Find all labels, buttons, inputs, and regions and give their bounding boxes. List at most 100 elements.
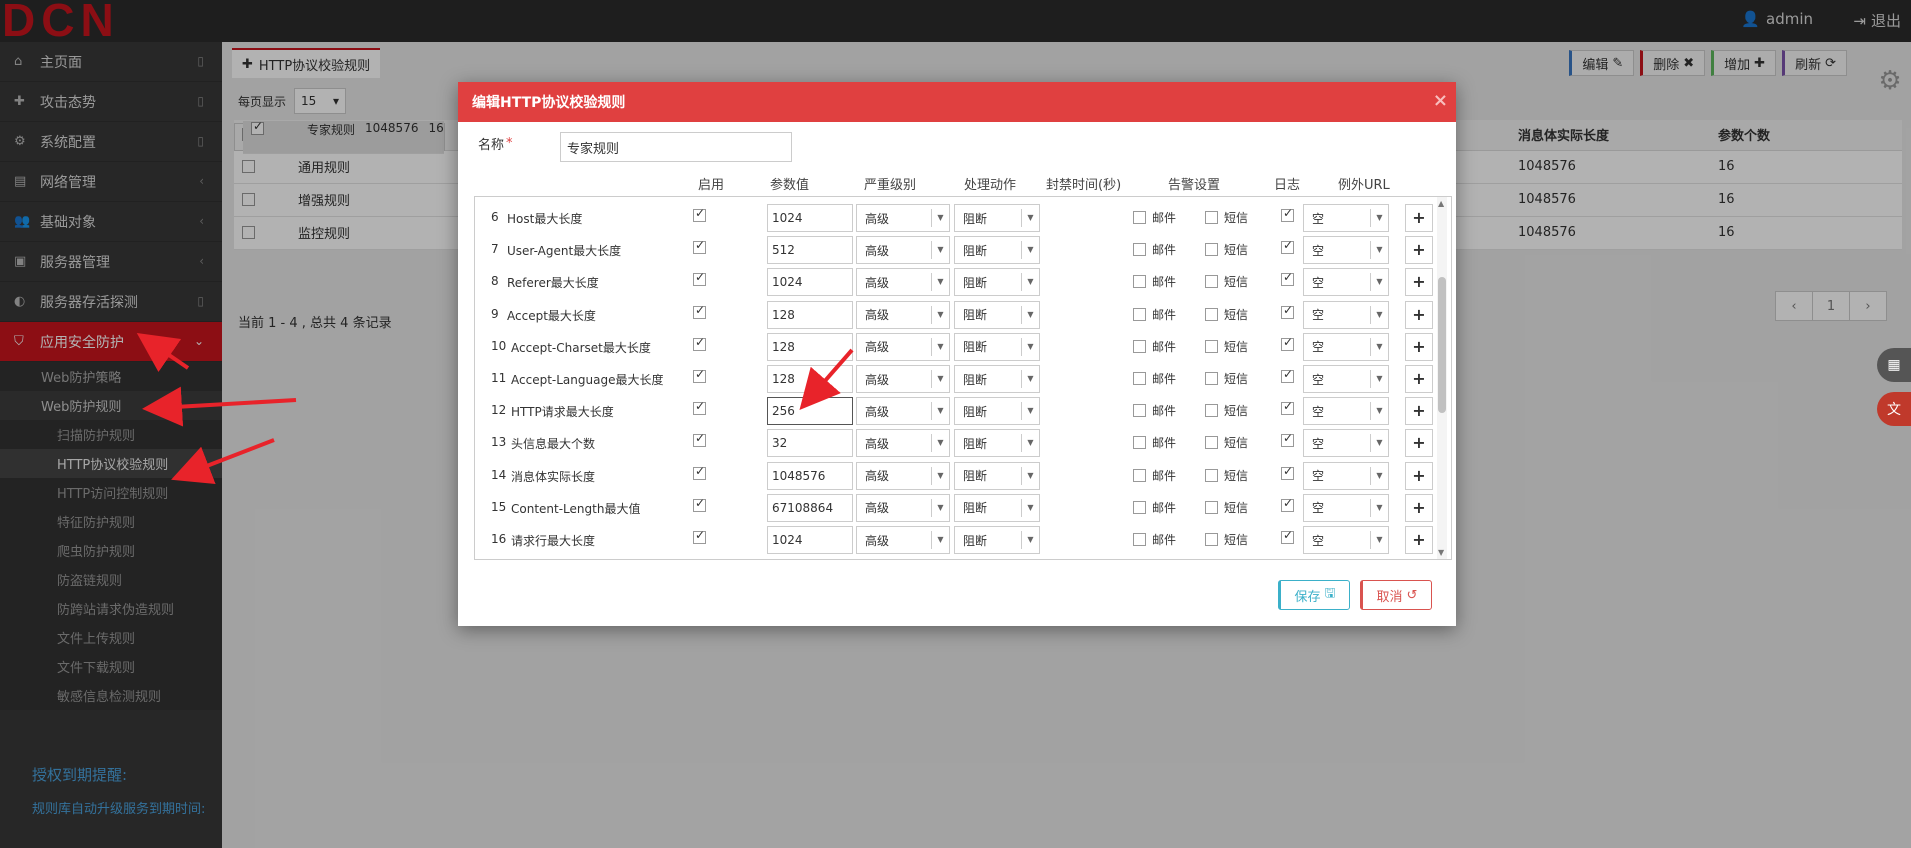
action-select[interactable]: 阻断 ▼ <box>954 332 1040 361</box>
exception-url-select[interactable]: 空 ▼ <box>1303 332 1389 361</box>
exception-url-select[interactable]: 空 ▼ <box>1303 268 1389 297</box>
sms-checkbox[interactable] <box>1205 211 1218 224</box>
param-value-input[interactable]: 128 <box>767 365 853 393</box>
add-url-button[interactable]: + <box>1405 526 1433 554</box>
mail-checkbox[interactable] <box>1133 307 1146 321</box>
mail-checkbox[interactable] <box>1133 468 1146 482</box>
param-value-input[interactable]: 1048576 <box>767 461 853 490</box>
enable-checkbox[interactable] <box>693 528 706 544</box>
severity-select[interactable]: 高级 ▼ <box>856 268 950 297</box>
add-url-button[interactable]: + <box>1405 397 1433 426</box>
severity-select[interactable]: 高级 ▼ <box>856 526 950 554</box>
add-url-button[interactable]: + <box>1405 300 1433 329</box>
exception-url-select[interactable]: 空 ▼ <box>1303 493 1389 522</box>
param-value-input[interactable]: 256 <box>767 397 853 426</box>
param-value-input[interactable]: 1024 <box>767 526 853 554</box>
sms-checkbox[interactable] <box>1205 436 1218 450</box>
severity-select[interactable]: 高级 ▼ <box>856 397 950 426</box>
scroll-thumb[interactable] <box>1438 277 1446 413</box>
log-checkbox[interactable] <box>1281 367 1294 383</box>
log-checkbox[interactable] <box>1281 270 1294 287</box>
name-input[interactable]: 专家规则 <box>560 132 792 162</box>
exception-url-select[interactable]: 空 ▼ <box>1303 429 1389 458</box>
mail-checkbox[interactable] <box>1133 372 1146 385</box>
exception-url-select[interactable]: 空 ▼ <box>1303 526 1389 554</box>
mail-checkbox[interactable] <box>1133 404 1146 418</box>
add-url-button[interactable]: + <box>1405 365 1433 393</box>
sms-checkbox[interactable] <box>1205 468 1218 482</box>
cancel-button[interactable]: 取消 ↺ <box>1360 580 1432 610</box>
add-url-button[interactable]: + <box>1405 461 1433 490</box>
mail-checkbox[interactable] <box>1133 500 1146 514</box>
log-checkbox[interactable] <box>1281 528 1294 544</box>
sms-checkbox[interactable] <box>1205 339 1218 353</box>
severity-select[interactable]: 高级 ▼ <box>856 365 950 393</box>
exception-url-select[interactable]: 空 ▼ <box>1303 204 1389 232</box>
translate-widget-icon[interactable]: 文 <box>1877 392 1911 426</box>
log-checkbox[interactable] <box>1281 335 1294 351</box>
rule-list[interactable]: ▲ ▼ 6Host最大长度1024高级▼阻断▼邮件短信空▼+7User-Agen… <box>474 196 1452 560</box>
enable-checkbox[interactable] <box>693 431 706 448</box>
severity-select[interactable]: 高级 ▼ <box>856 493 950 522</box>
enable-checkbox[interactable] <box>693 399 706 416</box>
log-checkbox[interactable] <box>1281 206 1294 222</box>
exception-url-select[interactable]: 空 ▼ <box>1303 397 1389 426</box>
action-select[interactable]: 阻断 ▼ <box>954 461 1040 490</box>
add-url-button[interactable]: + <box>1405 332 1433 361</box>
param-value-input[interactable]: 32 <box>767 429 853 458</box>
action-select[interactable]: 阻断 ▼ <box>954 429 1040 458</box>
severity-select[interactable]: 高级 ▼ <box>856 461 950 490</box>
action-select[interactable]: 阻断 ▼ <box>954 365 1040 393</box>
enable-checkbox[interactable] <box>693 270 706 287</box>
add-url-button[interactable]: + <box>1405 429 1433 458</box>
action-select[interactable]: 阻断 ▼ <box>954 204 1040 232</box>
enable-checkbox[interactable] <box>693 367 706 383</box>
exception-url-select[interactable]: 空 ▼ <box>1303 461 1389 490</box>
action-select[interactable]: 阻断 ▼ <box>954 397 1040 426</box>
add-url-button[interactable]: + <box>1405 268 1433 297</box>
add-url-button[interactable]: + <box>1405 493 1433 522</box>
log-checkbox[interactable] <box>1281 399 1294 416</box>
mail-checkbox[interactable] <box>1133 436 1146 450</box>
enable-checkbox[interactable] <box>693 335 706 351</box>
action-select[interactable]: 阻断 ▼ <box>954 300 1040 329</box>
sms-checkbox[interactable] <box>1205 372 1218 385</box>
mail-checkbox[interactable] <box>1133 533 1146 546</box>
sms-checkbox[interactable] <box>1205 404 1218 418</box>
mail-checkbox[interactable] <box>1133 243 1146 257</box>
action-select[interactable]: 阻断 ▼ <box>954 493 1040 522</box>
enable-checkbox[interactable] <box>693 464 706 480</box>
exception-url-select[interactable]: 空 ▼ <box>1303 236 1389 265</box>
log-checkbox[interactable] <box>1281 496 1294 512</box>
sms-checkbox[interactable] <box>1205 500 1218 514</box>
scrollbar[interactable]: ▲ ▼ <box>1437 197 1447 559</box>
enable-checkbox[interactable] <box>693 206 706 222</box>
severity-select[interactable]: 高级 ▼ <box>856 300 950 329</box>
log-checkbox[interactable] <box>1281 238 1294 255</box>
exception-url-select[interactable]: 空 ▼ <box>1303 300 1389 329</box>
severity-select[interactable]: 高级 ▼ <box>856 204 950 232</box>
mail-checkbox[interactable] <box>1133 339 1146 353</box>
severity-select[interactable]: 高级 ▼ <box>856 429 950 458</box>
severity-select[interactable]: 高级 ▼ <box>856 236 950 265</box>
param-value-input[interactable]: 128 <box>767 300 853 329</box>
severity-select[interactable]: 高级 ▼ <box>856 332 950 361</box>
action-select[interactable]: 阻断 ▼ <box>954 526 1040 554</box>
log-checkbox[interactable] <box>1281 303 1294 319</box>
scroll-down-icon[interactable]: ▼ <box>1438 548 1444 557</box>
mail-checkbox[interactable] <box>1133 211 1146 224</box>
enable-checkbox[interactable] <box>693 303 706 319</box>
log-checkbox[interactable] <box>1281 431 1294 448</box>
sms-checkbox[interactable] <box>1205 307 1218 321</box>
enable-checkbox[interactable] <box>693 496 706 512</box>
sms-checkbox[interactable] <box>1205 275 1218 289</box>
param-value-input[interactable]: 1024 <box>767 268 853 297</box>
mail-checkbox[interactable] <box>1133 275 1146 289</box>
sms-checkbox[interactable] <box>1205 533 1218 546</box>
param-value-input[interactable]: 67108864 <box>767 493 853 522</box>
scroll-up-icon[interactable]: ▲ <box>1438 199 1444 208</box>
sms-checkbox[interactable] <box>1205 243 1218 257</box>
param-value-input[interactable]: 1024 <box>767 204 853 232</box>
action-select[interactable]: 阻断 ▼ <box>954 236 1040 265</box>
enable-checkbox[interactable] <box>693 238 706 255</box>
